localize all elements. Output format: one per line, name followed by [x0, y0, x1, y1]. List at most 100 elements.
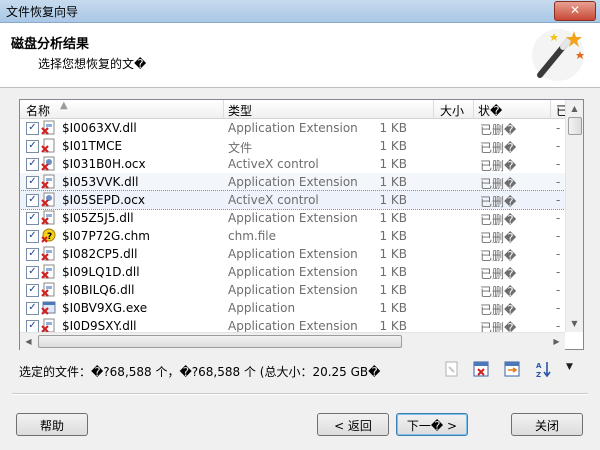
vertical-scroll-thumb[interactable] [568, 117, 582, 135]
file-extra: - [556, 211, 561, 225]
exe-deleted-icon [41, 301, 56, 315]
file-status: 已删� [480, 321, 517, 333]
file-status: 已删� [480, 123, 517, 137]
table-row[interactable]: ✓ $I031B0H.ocx ActiveX control 1 KB 已删� … [20, 155, 565, 173]
chm-deleted-icon: ? [41, 228, 56, 243]
dropdown-arrow-icon[interactable]: ▼ [566, 362, 584, 380]
scroll-up-icon[interactable]: ▲ [566, 100, 583, 117]
sort-az-icon[interactable]: AZ [535, 360, 553, 378]
row-checkbox[interactable]: ✓ [26, 284, 39, 297]
table-row[interactable]: ✓ $I0BV9XG.exe Application 1 KB 已删� - [20, 299, 565, 317]
column-status[interactable]: 状� [478, 102, 502, 118]
uncheck-all-icon[interactable] [472, 360, 490, 378]
file-size: 1 KB [379, 229, 407, 243]
file-deleted-icon [41, 138, 55, 153]
vertical-scrollbar[interactable]: ▲ ▼ [565, 100, 583, 332]
dll-deleted-icon [41, 246, 55, 261]
svg-text:A: A [536, 362, 542, 370]
table-row[interactable]: ✓ $I082CP5.dll Application Extension 1 K… [20, 245, 565, 263]
table-row[interactable]: ✓ $I0063XV.dll Application Extension 1 K… [20, 119, 565, 137]
file-extra: - [556, 139, 561, 153]
file-type: Application Extension [228, 211, 358, 225]
sort-arrow-icon: ▲ [60, 100, 68, 111]
file-type: Application Extension [228, 175, 358, 189]
column-separator [473, 100, 474, 118]
file-extra: - [556, 193, 561, 207]
table-row[interactable]: ✓ $I0BILQ6.dll Application Extension 1 K… [20, 281, 565, 299]
scroll-right-icon[interactable]: ▶ [548, 333, 565, 350]
column-separator [223, 100, 224, 118]
file-type: Application Extension [228, 265, 358, 279]
column-separator [433, 100, 434, 118]
row-checkbox[interactable]: ✓ [26, 212, 39, 225]
table-row[interactable]: ✓ $I09LQ1D.dll Application Extension 1 K… [20, 263, 565, 281]
row-checkbox[interactable]: ✓ [26, 158, 39, 171]
file-type: Application Extension [228, 247, 358, 261]
column-type[interactable]: 类型 [228, 102, 252, 118]
dll-deleted-icon [41, 210, 55, 225]
file-status: 已删� [480, 303, 517, 317]
file-name: $I05Z5J5.dll [62, 211, 134, 225]
scroll-left-icon[interactable]: ◀ [20, 333, 37, 350]
table-row[interactable]: ✓ $I01TMCE 文件 1 KB 已删� - [20, 137, 565, 155]
preview-icon[interactable] [443, 360, 461, 378]
file-status: 已删� [480, 213, 517, 227]
row-checkbox[interactable]: ✓ [26, 122, 39, 135]
file-size: 1 KB [379, 211, 407, 225]
file-type: ActiveX control [228, 157, 319, 171]
column-size[interactable]: 大小 [440, 102, 464, 118]
table-row[interactable]: ✓ $I053VVK.dll Application Extension 1 K… [20, 173, 565, 191]
ocx-deleted-icon [41, 192, 55, 207]
page-subtitle: 选择您想恢复的文� [38, 57, 147, 71]
table-row[interactable]: ✓ ? $I07P72G.chm chm.file 1 KB 已删� - [20, 227, 565, 245]
row-checkbox[interactable]: ✓ [26, 176, 39, 189]
file-size: 1 KB [379, 319, 407, 333]
row-checkbox[interactable]: ✓ [26, 194, 39, 207]
file-type: Application Extension [228, 319, 358, 333]
file-list[interactable]: 名称 ▲ 类型 大小 状� 已修 ✓ $I0063XV.dll Applicat… [19, 99, 584, 350]
ocx-deleted-icon [41, 156, 55, 171]
file-status: 已删� [480, 195, 517, 209]
file-rows: ✓ $I0063XV.dll Application Extension 1 K… [20, 119, 565, 333]
file-status: 已删� [480, 285, 517, 299]
help-button[interactable]: 帮助 [16, 413, 88, 436]
file-size: 1 KB [379, 175, 407, 189]
selection-status: 选定的文件：�?68,588 个，�?68,588 个 (总大小：20.25 G… [19, 365, 381, 379]
column-header: 名称 ▲ 类型 大小 状� 已修 [20, 100, 565, 119]
table-row[interactable]: ✓ $I05SEPD.ocx ActiveX control 1 KB 已删� … [20, 190, 565, 210]
table-row[interactable]: ✓ $I0D9SXY.dll Application Extension 1 K… [20, 317, 565, 333]
page-title: 磁盘分析结果 [11, 37, 90, 52]
horizontal-scroll-thumb[interactable] [38, 335, 402, 348]
back-button[interactable]: < 返回 [317, 413, 389, 436]
file-name: $I0BV9XG.exe [62, 301, 148, 315]
file-extra: - [556, 265, 561, 279]
table-row[interactable]: ✓ $I05Z5J5.dll Application Extension 1 K… [20, 209, 565, 227]
file-status: 已删� [480, 231, 517, 245]
file-name: $I09LQ1D.dll [62, 265, 140, 279]
file-name: $I082CP5.dll [62, 247, 138, 261]
magic-wand-icon [532, 29, 584, 81]
file-size: 1 KB [379, 121, 407, 135]
file-extra: - [556, 301, 561, 315]
row-checkbox[interactable]: ✓ [26, 248, 39, 261]
row-checkbox[interactable]: ✓ [26, 230, 39, 243]
row-checkbox[interactable]: ✓ [26, 140, 39, 153]
file-size: 1 KB [379, 193, 407, 207]
close-button[interactable]: 关闭 [511, 413, 583, 436]
row-checkbox[interactable]: ✓ [26, 302, 39, 315]
window-close-button[interactable]: ✕ [554, 1, 596, 21]
title-bar: 文件恢复向导 ✕ [0, 0, 600, 23]
dll-deleted-icon [41, 282, 55, 297]
filter-icon[interactable] [503, 360, 521, 378]
file-type: 文件 [228, 141, 253, 155]
file-name: $I0BILQ6.dll [62, 283, 135, 297]
file-size: 1 KB [379, 283, 407, 297]
column-name[interactable]: 名称 [26, 102, 50, 118]
scroll-down-icon[interactable]: ▼ [566, 315, 583, 332]
dll-deleted-icon [41, 318, 55, 333]
next-button[interactable]: 下一� > [396, 413, 468, 436]
column-extra[interactable]: 已修 [556, 102, 565, 118]
horizontal-scrollbar[interactable]: ◀ ▶ [20, 332, 565, 350]
row-checkbox[interactable]: ✓ [26, 266, 39, 279]
file-name: $I01TMCE [62, 139, 123, 153]
